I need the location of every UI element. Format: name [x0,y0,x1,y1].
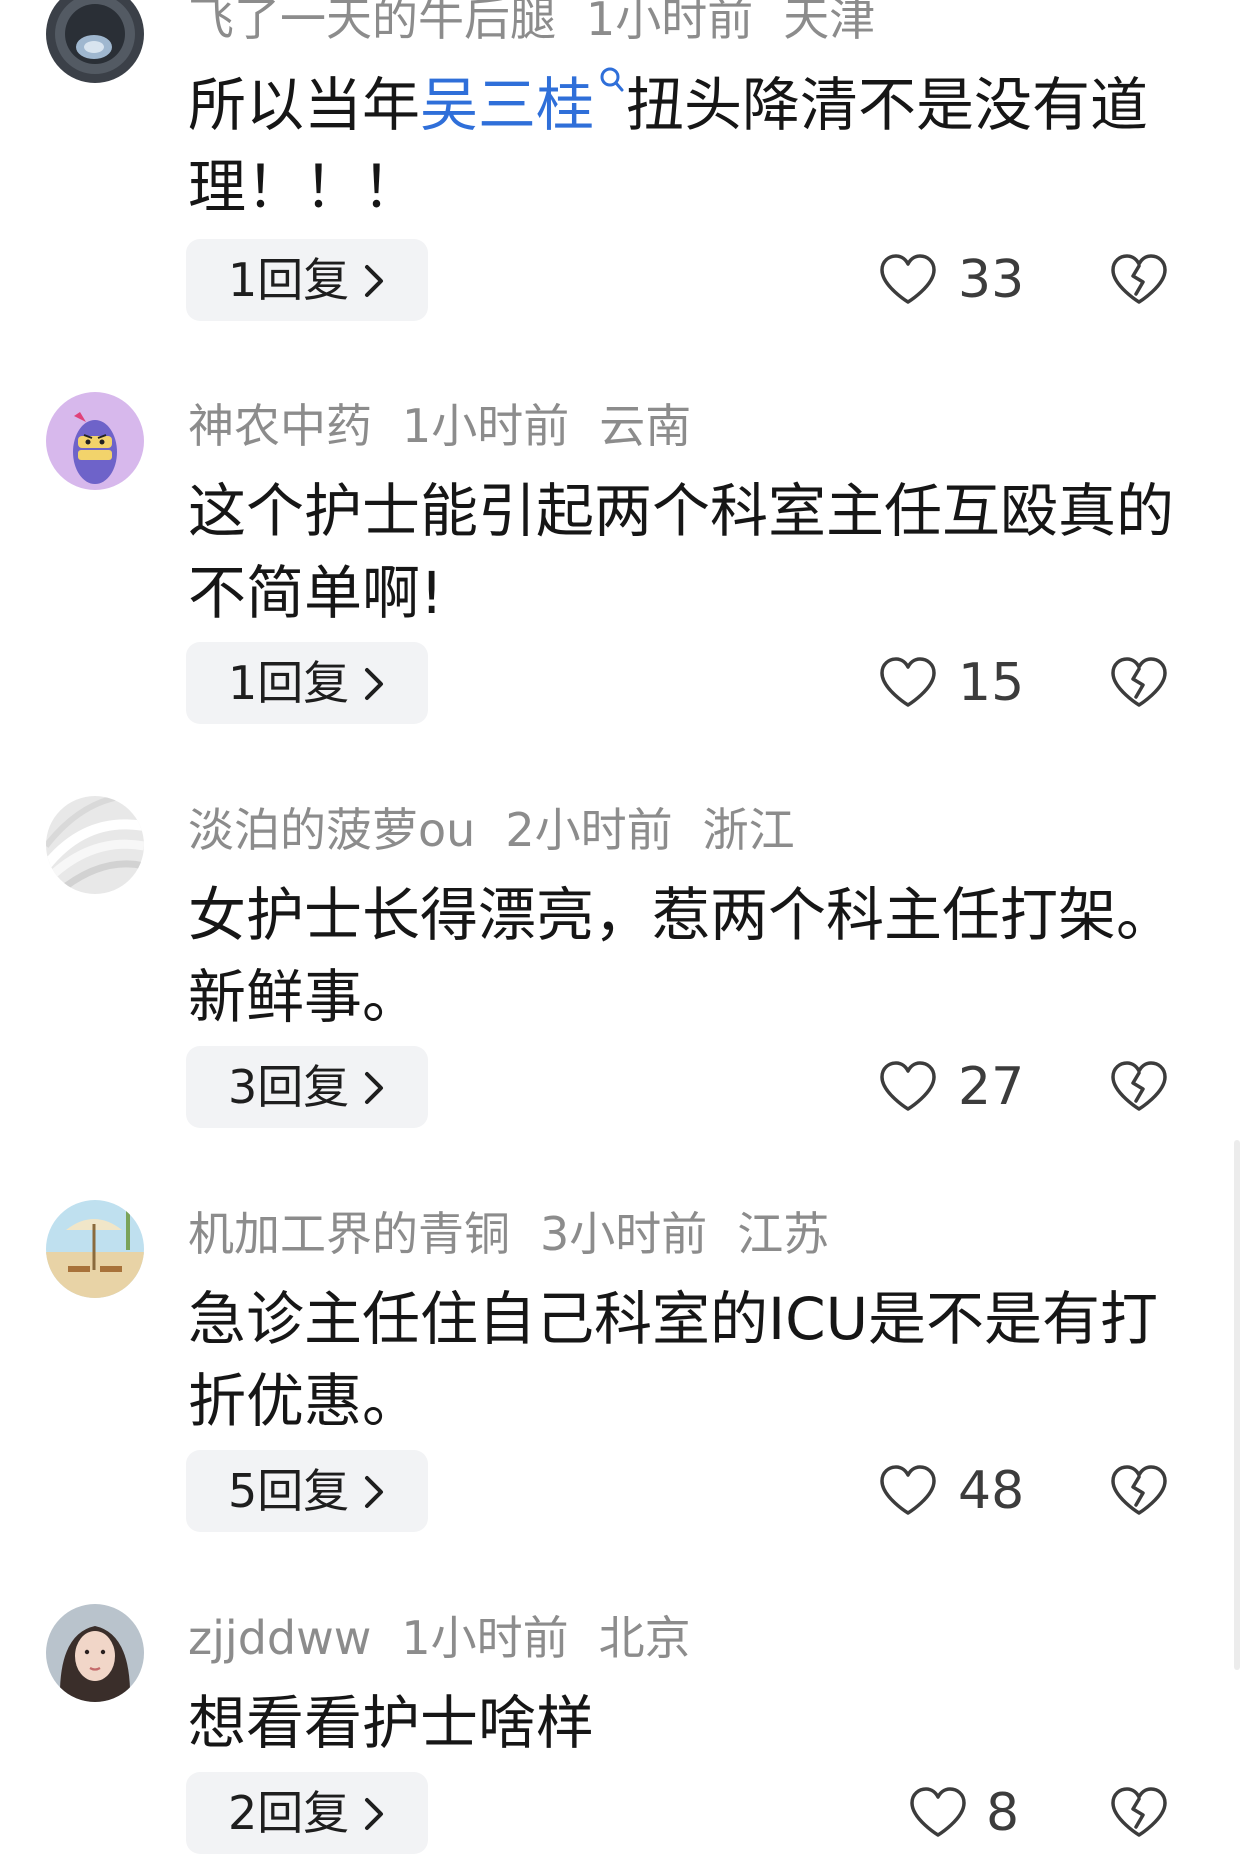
comment-time: 3小时前 [540,1207,708,1261]
search-icon[interactable] [598,63,626,101]
comment-location: 天津 [783,0,876,46]
comment-meta: 淡泊的菠萝ou 2小时前 浙江 [188,800,795,860]
username[interactable]: zjjddww [188,1611,371,1665]
chevron-right-icon [365,1072,384,1104]
heart-outline-icon[interactable] [878,1059,938,1115]
like-count: 15 [958,653,1025,713]
dark-tunnel-avatar-image [46,0,144,83]
reply-count-label: 2回复 [228,1786,350,1840]
beach-umbrella-avatar-image [46,1200,144,1298]
username[interactable]: 神农中药 [188,399,372,453]
comment-text: 所以当年吴三桂 扭头降清不是没有道理！！！ [188,63,1188,228]
comment-time: 1小时前 [586,0,754,46]
chevron-right-icon [365,1798,384,1830]
user-avatar[interactable] [46,796,144,894]
comment-item: zjjddww 1小时前 北京 想看看护士啥样 2回复 8 [0,1590,1243,1856]
heart-outline-icon[interactable] [878,252,938,308]
search-link[interactable]: 吴三桂 [420,71,594,139]
like-count: 33 [958,250,1025,310]
comment-text-before: 所以当年 [188,71,421,139]
comment-item: 淡泊的菠萝ou 2小时前 浙江 女护士长得漂亮，惹两个科主任打架。新鲜事。 3回复 … [0,782,1243,1182]
white-swirl-avatar-image [46,796,144,894]
like-count: 27 [958,1057,1025,1117]
user-avatar[interactable] [46,1604,144,1702]
comment-text: 这个护士能引起两个科室主任互殴真的不简单啊! [188,477,1175,627]
reply-count-button[interactable]: 5回复 [186,1450,428,1532]
comment-location: 浙江 [702,803,795,857]
broken-heart-icon[interactable] [1109,1785,1169,1841]
user-avatar[interactable] [46,1200,144,1298]
like-count: 8 [986,1783,1020,1843]
heart-outline-icon[interactable] [908,1785,968,1841]
chevron-right-icon [365,265,384,297]
user-avatar[interactable] [46,0,144,83]
comment-list: 飞了一天的牛后腿 1小时前 天津 所以当年吴三桂 扭头降清不是没有道理！！！ 1回复 … [0,0,1243,1856]
reply-count-button[interactable]: 1回复 [186,239,428,321]
comment-meta: 机加工界的青铜 3小时前 江苏 [188,1204,829,1264]
comment-location: 云南 [599,399,692,453]
heart-outline-icon[interactable] [878,655,938,711]
broken-heart-icon[interactable] [1109,1463,1169,1519]
comment-text: 想看看护士啥样 [188,1689,595,1757]
reply-count-button[interactable]: 2回复 [186,1772,428,1854]
comment-location: 北京 [598,1611,691,1665]
user-avatar[interactable] [46,392,144,490]
comment-meta: 神农中药 1小时前 云南 [188,396,691,456]
broken-heart-icon[interactable] [1109,252,1169,308]
username[interactable]: 机加工界的青铜 [188,1207,510,1261]
reply-count-label: 5回复 [228,1464,350,1518]
username[interactable]: 飞了一天的牛后腿 [188,0,556,46]
chevron-right-icon [365,668,384,700]
comment-item: 飞了一天的牛后腿 1小时前 天津 所以当年吴三桂 扭头降清不是没有道理！！！ 1回复 … [0,0,1243,375]
comment-time: 1小时前 [402,399,570,453]
comment-text: 女护士长得漂亮，惹两个科主任打架。新鲜事。 [188,881,1175,1031]
scrollbar[interactable] [1234,1140,1240,1670]
username[interactable]: 淡泊的菠萝ou [188,803,475,857]
broken-heart-icon[interactable] [1109,655,1169,711]
comment-item: 神农中药 1小时前 云南 这个护士能引起两个科室主任互殴真的不简单啊! 1回复 15 [0,378,1243,778]
like-count: 48 [958,1461,1025,1521]
reply-count-label: 3回复 [228,1060,350,1114]
heart-outline-icon[interactable] [878,1463,938,1519]
comment-item: 机加工界的青铜 3小时前 江苏 急诊主任住自己科室的ICU是不是有打折优惠。 5回复… [0,1186,1243,1586]
chevron-right-icon [365,1476,384,1508]
comment-location: 江苏 [737,1207,830,1261]
comment-time: 2小时前 [505,803,673,857]
woman-portrait-avatar-image [46,1604,144,1702]
reply-count-button[interactable]: 3回复 [186,1046,428,1128]
comment-meta: zjjddww 1小时前 北京 [188,1608,691,1668]
comment-meta: 飞了一天的牛后腿 1小时前 天津 [188,0,875,49]
broken-heart-icon[interactable] [1109,1059,1169,1115]
reply-count-label: 1回复 [228,656,350,710]
comment-time: 1小时前 [401,1611,569,1665]
comment-text: 急诊主任住自己科室的ICU是不是有打折优惠。 [188,1285,1159,1435]
reply-count-button[interactable]: 1回复 [186,642,428,724]
cartoon-mascot-avatar-image [46,392,144,490]
reply-count-label: 1回复 [228,253,350,307]
